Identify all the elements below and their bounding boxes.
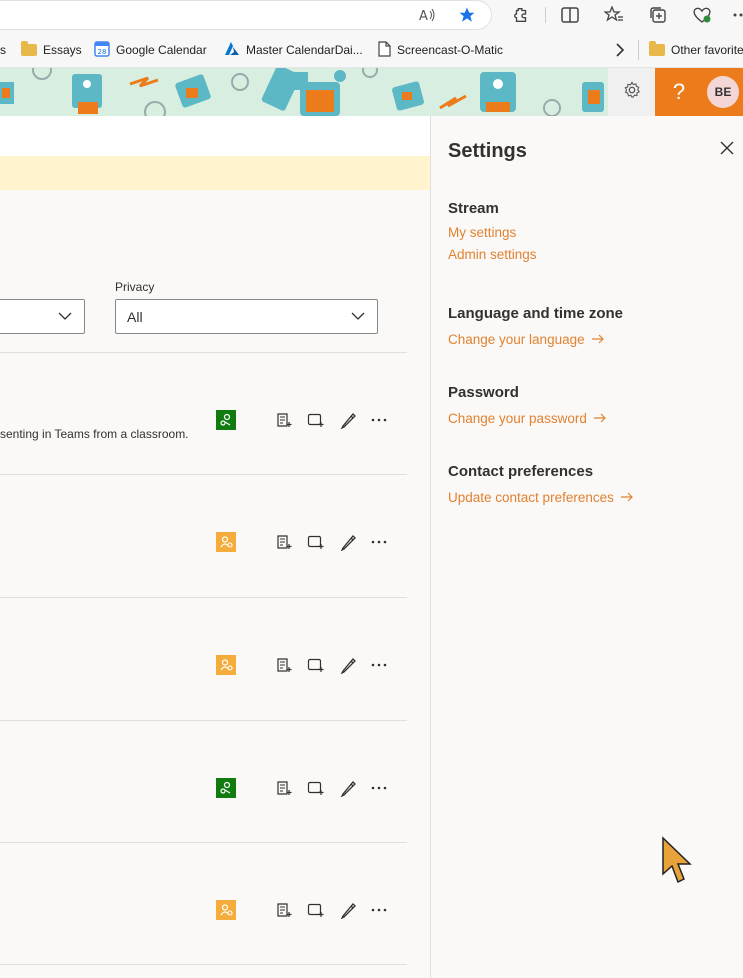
update-contact-link[interactable]: Update contact preferences <box>448 490 634 505</box>
privacy-value: All <box>127 308 143 325</box>
split-screen-icon[interactable] <box>558 4 582 26</box>
bookmarks-bar: s Essays 28 Google Calendar Master Calen… <box>0 32 743 68</box>
edit-pencil-icon[interactable] <box>338 655 358 675</box>
browser-essentials-icon[interactable] <box>690 4 714 26</box>
more-options-icon[interactable] <box>369 410 389 430</box>
settings-panel: Settings Stream My settings Admin settin… <box>430 116 743 978</box>
video-list-area: Privacy All senting in Teams from a clas… <box>0 116 430 978</box>
arrow-right-icon <box>591 332 605 347</box>
change-password-link[interactable]: Change your password <box>448 411 607 426</box>
list-header-strip <box>0 116 430 156</box>
header-banner <box>0 68 608 116</box>
add-to-playlist-icon[interactable] <box>274 655 294 675</box>
close-icon[interactable] <box>719 140 735 156</box>
contact-heading: Contact preferences <box>448 463 594 480</box>
change-language-link[interactable]: Change your language <box>448 332 605 347</box>
privacy-dropdown[interactable]: All <box>115 299 378 334</box>
page-icon <box>377 40 391 60</box>
browser-toolbar: A <box>0 0 743 32</box>
chevron-down-icon <box>351 309 365 326</box>
robot-pattern-icon <box>0 68 604 116</box>
add-to-playlist-icon[interactable] <box>274 778 294 798</box>
edit-pencil-icon[interactable] <box>338 900 358 920</box>
privacy-label: Privacy <box>115 280 155 294</box>
bookmark-label: Other favorites <box>671 43 743 57</box>
table-row[interactable] <box>0 842 407 965</box>
bookmark-label: Screencast-O-Matic <box>397 43 504 57</box>
folder-icon <box>21 41 37 56</box>
more-options-icon[interactable] <box>369 900 389 920</box>
svg-text:28: 28 <box>98 48 107 56</box>
edit-pencil-icon[interactable] <box>338 778 358 798</box>
more-options-icon[interactable] <box>369 778 389 798</box>
row-description: senting in Teams from a classroom. <box>0 427 189 441</box>
add-to-group-icon[interactable] <box>305 778 325 798</box>
notice-banner <box>0 156 430 190</box>
collections-icon[interactable] <box>646 4 670 26</box>
permission-badge-green-icon <box>216 778 236 798</box>
language-heading: Language and time zone <box>448 305 624 322</box>
extensions-icon[interactable] <box>509 4 533 26</box>
bookmarks-overflow-chevron-icon[interactable] <box>615 41 625 59</box>
add-to-playlist-icon[interactable] <box>274 532 294 552</box>
avatar: BE <box>707 76 739 108</box>
change-language-label: Change your language <box>448 332 585 347</box>
permission-badge-orange-icon <box>216 532 236 552</box>
settings-gear-button[interactable] <box>608 68 655 116</box>
update-contact-label: Update contact preferences <box>448 490 614 505</box>
bookmark-other-favorites[interactable]: Other favorites <box>649 41 743 59</box>
more-menu-icon[interactable] <box>733 4 743 26</box>
permission-badge-green-icon <box>216 410 236 430</box>
bookmark-label: Google Calendar <box>116 43 207 57</box>
change-password-label: Change your password <box>448 411 587 426</box>
add-to-playlist-icon[interactable] <box>274 900 294 920</box>
add-to-playlist-icon[interactable] <box>274 410 294 430</box>
bookmark-screencast[interactable]: Screencast-O-Matic <box>377 40 504 60</box>
add-to-group-icon[interactable] <box>305 655 325 675</box>
more-options-icon[interactable] <box>369 532 389 552</box>
table-row[interactable] <box>0 474 407 597</box>
table-row[interactable] <box>0 597 407 720</box>
toolbar-separator <box>545 7 546 23</box>
permission-badge-orange-icon <box>216 900 236 920</box>
help-icon: ? <box>672 79 686 104</box>
bookmark-partial[interactable]: s <box>0 41 6 59</box>
svg-text:A: A <box>419 9 428 23</box>
mouse-cursor-icon <box>660 836 694 893</box>
add-to-group-icon[interactable] <box>305 532 325 552</box>
filter-dropdown-box[interactable] <box>0 299 85 334</box>
bookmark-master-calendar[interactable]: Master CalendarDai... <box>224 41 363 59</box>
permission-badge-orange-icon <box>216 655 236 675</box>
settings-title: Settings <box>448 140 527 162</box>
edit-pencil-icon[interactable] <box>338 410 358 430</box>
google-calendar-icon: 28 <box>94 40 110 60</box>
password-heading: Password <box>448 384 519 401</box>
chevron-down-icon <box>58 309 72 326</box>
read-aloud-icon[interactable]: A <box>416 4 440 26</box>
table-row[interactable] <box>0 720 407 842</box>
bookmark-essays[interactable]: Essays <box>21 41 82 59</box>
bookmark-label: s <box>0 43 6 57</box>
admin-settings-link[interactable]: Admin settings <box>448 247 537 262</box>
add-to-group-icon[interactable] <box>305 410 325 430</box>
help-button[interactable]: ? <box>655 68 703 116</box>
table-row[interactable]: senting in Teams from a classroom. <box>0 352 407 474</box>
bookmarks-separator <box>638 40 639 60</box>
edit-pencil-icon[interactable] <box>338 532 358 552</box>
bookmark-google-calendar[interactable]: 28 Google Calendar <box>94 40 207 60</box>
bookmark-label: Master CalendarDai... <box>246 43 363 57</box>
add-to-group-icon[interactable] <box>305 900 325 920</box>
bookmark-label: Essays <box>43 43 82 57</box>
gear-icon <box>623 80 641 104</box>
my-settings-link[interactable]: My settings <box>448 225 516 240</box>
arrow-right-icon <box>593 411 607 426</box>
favorites-icon[interactable] <box>602 4 626 26</box>
folder-icon <box>649 41 665 56</box>
arrow-right-icon <box>620 490 634 505</box>
more-options-icon[interactable] <box>369 655 389 675</box>
azure-icon <box>224 41 240 60</box>
stream-heading: Stream <box>448 200 499 217</box>
account-button[interactable]: BE <box>703 68 743 116</box>
favorite-star-icon[interactable] <box>455 4 479 26</box>
